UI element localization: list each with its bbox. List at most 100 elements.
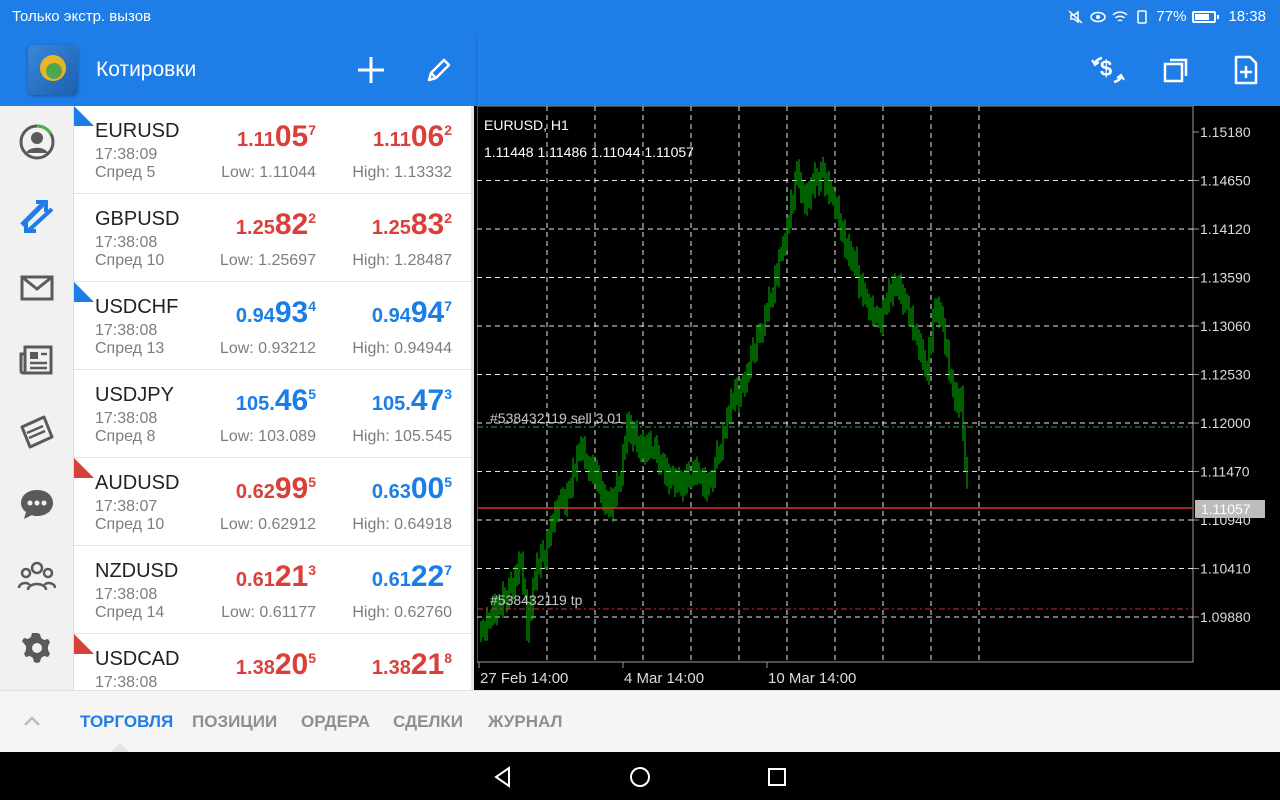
app-bar-separator xyxy=(476,34,477,106)
bid-price[interactable]: 1.11057 xyxy=(237,120,316,154)
ask-price-big: 06 xyxy=(410,120,445,153)
bid-price-sup: 5 xyxy=(308,650,316,666)
bid-price-big: 20 xyxy=(274,648,309,681)
rail-news[interactable] xyxy=(17,340,57,380)
ask-price-sup: 3 xyxy=(444,386,452,402)
quote-time: 17:38:08 xyxy=(95,674,158,690)
bid-price[interactable]: 1.38205 xyxy=(236,648,316,682)
tab-journal[interactable]: ЖУРНАЛ xyxy=(488,712,562,732)
quote-row[interactable]: EURUSD 17:38:09 Спред 5 1.11057 1.11062 Low: … xyxy=(74,106,471,194)
ask-price[interactable]: 1.38218 xyxy=(372,648,452,682)
ask-price[interactable]: 0.94947 xyxy=(372,296,452,330)
ask-price-sup: 2 xyxy=(444,210,452,226)
quote-spread: Спред 13 xyxy=(95,340,165,357)
quote-row[interactable]: USDCHF 17:38:08 Спред 13 0.94934 0.94947 Low:… xyxy=(74,282,471,370)
quote-high: High: 0.94944 xyxy=(352,340,452,357)
recents-icon[interactable] xyxy=(764,764,790,790)
tab-orders[interactable]: ОРДЕРА xyxy=(301,712,370,732)
windows-button[interactable] xyxy=(1158,52,1194,88)
edit-button[interactable] xyxy=(421,52,457,88)
tab-deals[interactable]: СДЕЛКИ xyxy=(393,712,463,732)
ask-price[interactable]: 1.25832 xyxy=(372,208,452,242)
bid-price[interactable]: 0.62995 xyxy=(236,472,316,506)
sell-order-label: #538432119 sell 3.01 xyxy=(490,410,623,426)
quote-time: 17:38:09 xyxy=(95,146,158,163)
quote-row[interactable]: AUDUSD 17:38:07 Спред 10 0.62995 0.63005 Low:… xyxy=(74,458,471,546)
quote-high: High: 1.13332 xyxy=(352,164,452,181)
bid-price-sup: 7 xyxy=(308,122,316,138)
bid-price[interactable]: 105.465 xyxy=(236,384,316,418)
ask-price[interactable]: 0.63005 xyxy=(372,472,452,506)
tp-order-label: #538432119 tp xyxy=(490,592,583,608)
y-tick-label: 1.10410 xyxy=(1200,561,1251,577)
ask-price[interactable]: 0.61227 xyxy=(372,560,452,594)
quote-row[interactable]: GBPUSD 17:38:08 Спред 10 1.25822 1.25832 Low:… xyxy=(74,194,471,282)
chart-canvas[interactable]: EURUSD, H1 1.11448 1.11486 1.11044 1.110… xyxy=(477,106,1280,690)
ask-price-big: 47 xyxy=(410,384,445,417)
quote-high: High: 0.64918 xyxy=(352,516,452,533)
rail-settings[interactable] xyxy=(17,628,57,668)
svg-text:$: $ xyxy=(1100,56,1112,81)
trade-button[interactable]: $ xyxy=(1090,52,1126,88)
price-chart[interactable]: EURUSD, H1 1.11448 1.11486 1.11044 1.110… xyxy=(477,106,1280,690)
quote-spread: Спред 8 xyxy=(95,428,156,445)
ask-price-sup: 8 xyxy=(444,650,452,666)
quote-row[interactable]: USDCAD 17:38:08 1.38205 1.38218 xyxy=(74,634,471,690)
add-symbol-button[interactable] xyxy=(353,52,389,88)
bid-price-sup: 5 xyxy=(308,474,316,490)
quote-symbol: AUDUSD xyxy=(95,472,180,494)
rail-accounts[interactable] xyxy=(17,122,57,162)
ask-price-sup: 7 xyxy=(444,562,452,578)
quote-low: Low: 1.25697 xyxy=(219,252,316,269)
currency-icon: $ xyxy=(1091,56,1125,84)
chart-y-axis: 1.15180 1.14650 1.14120 1.13590 1.13060 1.125… xyxy=(1193,124,1251,625)
quote-row[interactable]: USDJPY 17:38:08 Спред 8 105.465 105.473 Low: … xyxy=(74,370,471,458)
bid-price[interactable]: 0.94934 xyxy=(236,296,316,330)
ask-price-prefix: 1.38 xyxy=(371,657,411,679)
tab-trading[interactable]: ТОРГОВЛЯ xyxy=(80,712,173,732)
quote-low: Low: 103.089 xyxy=(219,428,316,445)
community-icon xyxy=(17,561,57,591)
rail-quotes[interactable] xyxy=(17,196,57,236)
tab-positions[interactable]: ПОЗИЦИИ xyxy=(192,712,277,732)
home-icon[interactable] xyxy=(627,764,653,790)
quote-row[interactable]: NZDUSD 17:38:08 Спред 14 0.61213 0.61227 Low:… xyxy=(74,546,471,634)
ask-price-sup: 5 xyxy=(444,474,452,490)
ask-price[interactable]: 105.473 xyxy=(372,384,452,418)
bid-price[interactable]: 0.61213 xyxy=(236,560,316,594)
y-tick-label: 1.12530 xyxy=(1200,367,1251,383)
quote-symbol: NZDUSD xyxy=(95,560,179,582)
new-order-button[interactable] xyxy=(1228,52,1264,88)
ask-price[interactable]: 1.11062 xyxy=(373,120,452,154)
bid-price-prefix: 0.62 xyxy=(235,481,275,503)
bid-price-sup: 5 xyxy=(308,386,316,402)
ask-price-big: 83 xyxy=(410,208,445,241)
bottom-tabs: ТОРГОВЛЯ ПОЗИЦИИ ОРДЕРА СДЕЛКИ ЖУРНАЛ xyxy=(0,690,1280,753)
quote-symbol: USDCAD xyxy=(95,648,180,670)
app-logo-icon xyxy=(28,45,78,95)
quote-symbol: GBPUSD xyxy=(95,208,180,230)
current-price-text: 1.11057 xyxy=(1201,501,1251,517)
chevron-up-icon[interactable] xyxy=(22,711,42,731)
rail-chat[interactable] xyxy=(17,484,57,524)
chart-title: EURUSD, H1 xyxy=(484,117,569,133)
y-tick-label: 1.13590 xyxy=(1200,270,1251,286)
ask-price-prefix: 0.61 xyxy=(371,569,411,591)
ask-price-prefix: 0.94 xyxy=(371,305,411,327)
add-icon xyxy=(358,57,384,83)
nav-rail xyxy=(0,106,74,690)
rail-community[interactable] xyxy=(17,556,57,596)
ask-price-prefix: 1.11 xyxy=(373,129,411,151)
rail-calendar[interactable] xyxy=(17,412,57,452)
rail-mail[interactable] xyxy=(17,268,57,308)
bid-price-sup: 2 xyxy=(308,210,316,226)
wifi-icon xyxy=(1112,10,1128,22)
quote-low: Low: 0.61177 xyxy=(221,604,316,621)
bid-price-big: 82 xyxy=(274,208,309,241)
y-tick-label: 1.15180 xyxy=(1200,124,1251,140)
battery-percent: 77% xyxy=(1156,8,1187,25)
quote-symbol: USDCHF xyxy=(95,296,179,318)
status-bar: Только экстр. вызов 77% 18:38 xyxy=(0,0,1280,34)
back-icon[interactable] xyxy=(490,764,516,790)
bid-price[interactable]: 1.25822 xyxy=(236,208,316,242)
